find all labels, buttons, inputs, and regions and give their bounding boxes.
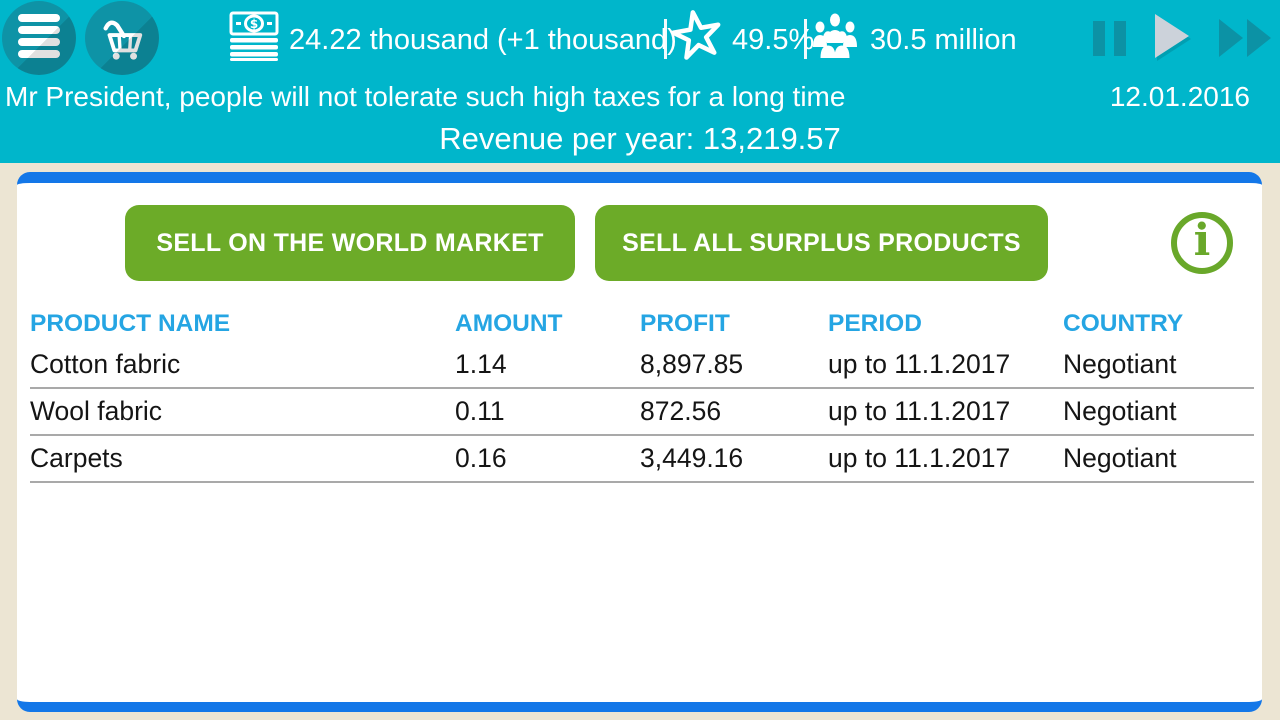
header-amount: AMOUNT (455, 310, 563, 337)
stat-separator (804, 19, 807, 59)
cell-amount: 0.11 (455, 396, 505, 426)
menu-icon (16, 11, 62, 66)
rating-indicator[interactable]: 49.5% (671, 8, 814, 72)
population-value: 30.5 million (870, 23, 1017, 56)
cell-country: Negotiant (1063, 349, 1177, 379)
money-icon: $ (228, 11, 280, 69)
fast-forward-icon (1219, 18, 1273, 58)
advisor-message: Mr President, people will not tolerate s… (5, 81, 846, 112)
cell-product-name: Wool fabric (30, 396, 163, 426)
sell-all-surplus-button[interactable]: SELL ALL SURPLUS PRODUCTS (595, 205, 1048, 281)
table-header-row: PRODUCT NAME AMOUNT PROFIT PERIOD COUNTR… (30, 306, 1254, 342)
header-country: COUNTRY (1063, 310, 1184, 337)
pause-icon (1093, 20, 1126, 56)
play-button[interactable] (1155, 0, 1193, 76)
game-date: 12.01.2016 (1109, 81, 1250, 112)
cell-period: up to 11.1.2017 (828, 443, 1011, 473)
cell-country: Negotiant (1063, 396, 1177, 426)
table-row[interactable]: Cotton fabric 1.14 8,897.85 up to 11.1.2… (30, 342, 1254, 389)
game-screen: $ 24.22 thousand (+1 thousand) 49.5% 30.… (0, 0, 1280, 720)
pause-button[interactable] (1093, 0, 1126, 76)
menu-button[interactable] (2, 1, 76, 75)
star-icon (671, 9, 723, 71)
cart-icon (97, 11, 147, 66)
contracts-table: PRODUCT NAME AMOUNT PROFIT PERIOD COUNTR… (30, 306, 1254, 483)
news-ticker: Mr President, people will not tolerate s… (5, 81, 1275, 115)
cell-profit: 3,449.16 (640, 443, 744, 473)
cell-profit: 8,897.85 (640, 349, 744, 379)
svg-text:$: $ (250, 17, 258, 31)
budget-indicator[interactable]: $ 24.22 thousand (+1 thousand) (228, 8, 677, 72)
stat-separator (664, 19, 667, 59)
cell-product-name: Cotton fabric (30, 349, 181, 379)
shop-button[interactable] (85, 1, 159, 75)
budget-value: 24.22 thousand (+1 thousand) (289, 23, 677, 56)
population-indicator[interactable]: 30.5 million (809, 8, 1017, 72)
rating-value: 49.5% (732, 23, 815, 56)
cell-profit: 872.56 (640, 396, 722, 426)
cell-amount: 1.14 (455, 349, 507, 379)
table-row[interactable]: Wool fabric 0.11 872.56 up to 11.1.2017 … (30, 389, 1254, 436)
trade-panel: SELL ON THE WORLD MARKET SELL ALL SURPLU… (17, 172, 1262, 712)
cell-amount: 0.16 (455, 443, 507, 473)
header-profit: PROFIT (640, 310, 730, 337)
info-icon: i (1193, 215, 1211, 266)
play-icon (1155, 14, 1193, 62)
revenue-per-year: Revenue per year: 13,219.57 (439, 121, 841, 156)
top-hud: $ 24.22 thousand (+1 thousand) 49.5% 30.… (0, 0, 1280, 163)
table-row[interactable]: Carpets 0.16 3,449.16 up to 11.1.2017 Ne… (30, 436, 1254, 483)
fast-forward-button[interactable] (1219, 0, 1273, 76)
info-button[interactable]: i (1171, 212, 1233, 274)
cell-period: up to 11.1.2017 (828, 349, 1011, 379)
header-product-name: PRODUCT NAME (30, 310, 231, 337)
cell-country: Negotiant (1063, 443, 1177, 473)
cell-product-name: Carpets (30, 443, 123, 473)
cell-period: up to 11.1.2017 (828, 396, 1011, 426)
header-period: PERIOD (828, 310, 922, 337)
sell-world-market-button[interactable]: SELL ON THE WORLD MARKET (125, 205, 575, 281)
population-icon (809, 12, 861, 68)
